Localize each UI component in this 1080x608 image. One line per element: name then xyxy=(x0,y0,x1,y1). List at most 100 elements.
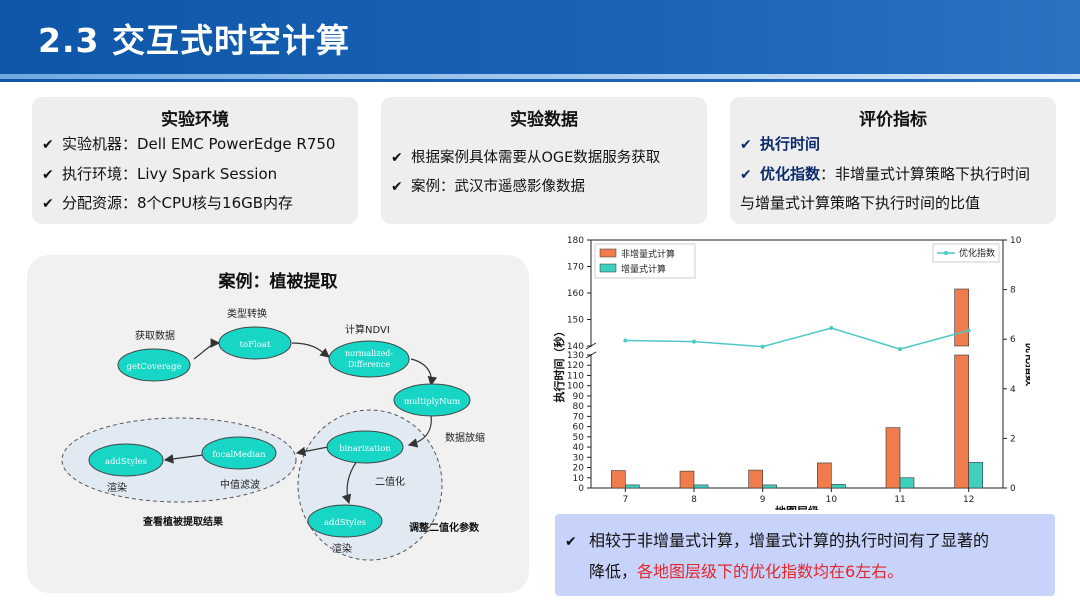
x-tick-label: 7 xyxy=(622,495,628,505)
check-icon: ✔ xyxy=(740,137,752,153)
conclusion-text: ✔ 相较于非增量式计算，增量式计算的执行时间有了显著的 降低，各地图层级下的优化指… xyxy=(565,526,1050,587)
svg-text:addStyles: addStyles xyxy=(105,457,147,467)
svg-text:Difference: Difference xyxy=(348,360,391,369)
legend-swatch xyxy=(599,263,617,273)
svg-text:getCoverage: getCoverage xyxy=(127,362,182,372)
check-icon: ✔ xyxy=(391,178,403,195)
y-tick-label: 10 xyxy=(573,474,585,484)
edge xyxy=(193,338,221,360)
svg-text:multiplyNum: multiplyNum xyxy=(404,397,460,407)
x-tick-label: 12 xyxy=(963,495,974,505)
y-tick-label: 30 xyxy=(573,453,585,463)
check-icon: ✔ xyxy=(42,137,54,153)
legend-label: 增量式计算 xyxy=(621,263,666,275)
y-tick-label: 110 xyxy=(567,371,584,381)
env-card: 实验环境 ✔ 实验机器：Dell EMC PowerEdge R750 ✔ 执行环境… xyxy=(32,97,358,224)
chart-svg: 0102030405060708090100110120130140150160… xyxy=(552,236,1038,518)
y-tick-label: 120 xyxy=(567,361,584,371)
y-tick-label: 160 xyxy=(567,289,584,299)
y-tick-label: 140 xyxy=(567,342,584,352)
svg-text:addStyles: addStyles xyxy=(324,518,366,528)
legend-line-marker xyxy=(944,251,948,255)
label-type-convert: 类型转换 xyxy=(227,307,267,320)
bar xyxy=(762,484,777,489)
data-card: 实验数据 ✔ 根据案例具体需要从OGE数据服务获取 ✔ 案例：武汉市遥感影像数据 xyxy=(381,97,707,224)
line-point xyxy=(623,338,628,343)
y-tick-label: 0 xyxy=(578,484,584,494)
check-icon: ✔ xyxy=(42,166,54,183)
y-tick-label: 180 xyxy=(567,236,584,246)
bar xyxy=(679,470,695,489)
check-icon: ✔ xyxy=(565,534,577,550)
line-point xyxy=(692,339,696,344)
banner-divider xyxy=(0,74,1080,79)
line-point xyxy=(966,328,971,333)
label-get-data: 获取数据 xyxy=(135,329,175,342)
slide-title: 2.3 交互式时空计算 xyxy=(38,21,350,60)
node-focalmedian: focalMedian xyxy=(201,436,277,470)
x-tick-label: 10 xyxy=(826,495,838,505)
label-ndvi: 计算NDVI xyxy=(345,323,390,336)
y-tick-label: 50 xyxy=(573,433,585,443)
y2-tick-label: 2 xyxy=(1010,434,1016,444)
conclusion-box: ✔ 相较于非增量式计算，增量式计算的执行时间有了显著的 降低，各地图层级下的优化指… xyxy=(555,514,1055,596)
label-binarize: 二值化 xyxy=(375,475,405,488)
legend-swatch xyxy=(599,248,617,258)
node-addstyles-2: addStyles xyxy=(307,504,383,538)
y-tick-label: 150 xyxy=(567,316,584,326)
check-icon: ✔ xyxy=(391,150,403,166)
metrics-card-title: 评价指标 xyxy=(859,110,927,130)
y-tick-label: 130 xyxy=(567,351,584,361)
y2-tick-label: 8 xyxy=(1010,286,1016,296)
check-icon: ✔ xyxy=(740,166,752,183)
bar xyxy=(693,484,709,489)
list-item: ✔ 案例：武汉市遥感影像数据 xyxy=(391,173,660,202)
svg-text:toFloat: toFloat xyxy=(240,340,271,350)
y2-axis-label: 优化指数 xyxy=(1024,342,1030,387)
bar xyxy=(968,462,983,489)
svg-text:normalized-: normalized- xyxy=(345,349,393,358)
bar xyxy=(625,484,640,489)
y-tick-label: 70 xyxy=(573,412,585,422)
node-getcoverage: getCoverage xyxy=(117,348,191,382)
line-point xyxy=(829,326,834,331)
label-render-1: 渲染 xyxy=(107,481,127,494)
axis-break-gap xyxy=(588,347,594,354)
metrics-card: 评价指标 ✔ 执行时间 ✔ 优化指数：非增量式计算策略下执行时间 与增量式计算策略下… xyxy=(730,97,1056,224)
y-tick-label: 60 xyxy=(573,423,585,433)
line-point xyxy=(898,347,902,352)
bar xyxy=(899,477,915,489)
node-tofloat: toFloat xyxy=(218,326,292,360)
node-multiplynum: multiplyNum xyxy=(393,383,471,417)
y-tick-label: 90 xyxy=(573,392,585,402)
y-tick-label: 80 xyxy=(573,402,585,412)
x-tick-label: 11 xyxy=(894,495,905,505)
list-item: ✔ 执行环境：Livy Spark Session xyxy=(42,160,335,190)
node-binarization: binarization xyxy=(326,430,404,464)
label-scale: 数据放缩 xyxy=(445,431,485,444)
edge xyxy=(291,342,330,358)
y-tick-label: 170 xyxy=(567,263,584,273)
label-render-2: 渲染 xyxy=(332,542,352,555)
y2-tick-label: 10 xyxy=(1010,236,1022,246)
list-item: ✔ 根据案例具体需要从OGE数据服务获取 xyxy=(391,144,660,173)
bar xyxy=(817,462,832,489)
list-item: ✔ 执行时间 xyxy=(740,130,1030,160)
legend-label: 非增量式计算 xyxy=(621,248,675,260)
bar xyxy=(885,427,901,489)
y-tick-label: 40 xyxy=(573,443,585,453)
y-axis-label: 执行时间（秒） xyxy=(552,326,566,403)
label-view-result: 查看植被提取结果 xyxy=(142,515,224,528)
node-addstyles-1: addStyles xyxy=(88,443,164,477)
legend-label: 优化指数 xyxy=(959,247,995,259)
list-item-continuation: 与增量式计算策略下执行时间的比值 xyxy=(740,194,981,212)
y2-tick-label: 6 xyxy=(1010,335,1016,345)
y2-tick-label: 4 xyxy=(1010,385,1016,395)
case-panel: 案例：植被提取 getCoverage toFloat normalized- xyxy=(27,255,529,593)
bar xyxy=(954,288,969,347)
list-item: ✔ 分配资源：8个CPU核与16GB内存 xyxy=(42,189,335,219)
bar xyxy=(611,470,626,489)
data-card-title: 实验数据 xyxy=(510,110,578,130)
bar xyxy=(831,484,846,489)
list-item: ✔ 优化指数：非增量式计算策略下执行时间 xyxy=(740,160,1030,190)
